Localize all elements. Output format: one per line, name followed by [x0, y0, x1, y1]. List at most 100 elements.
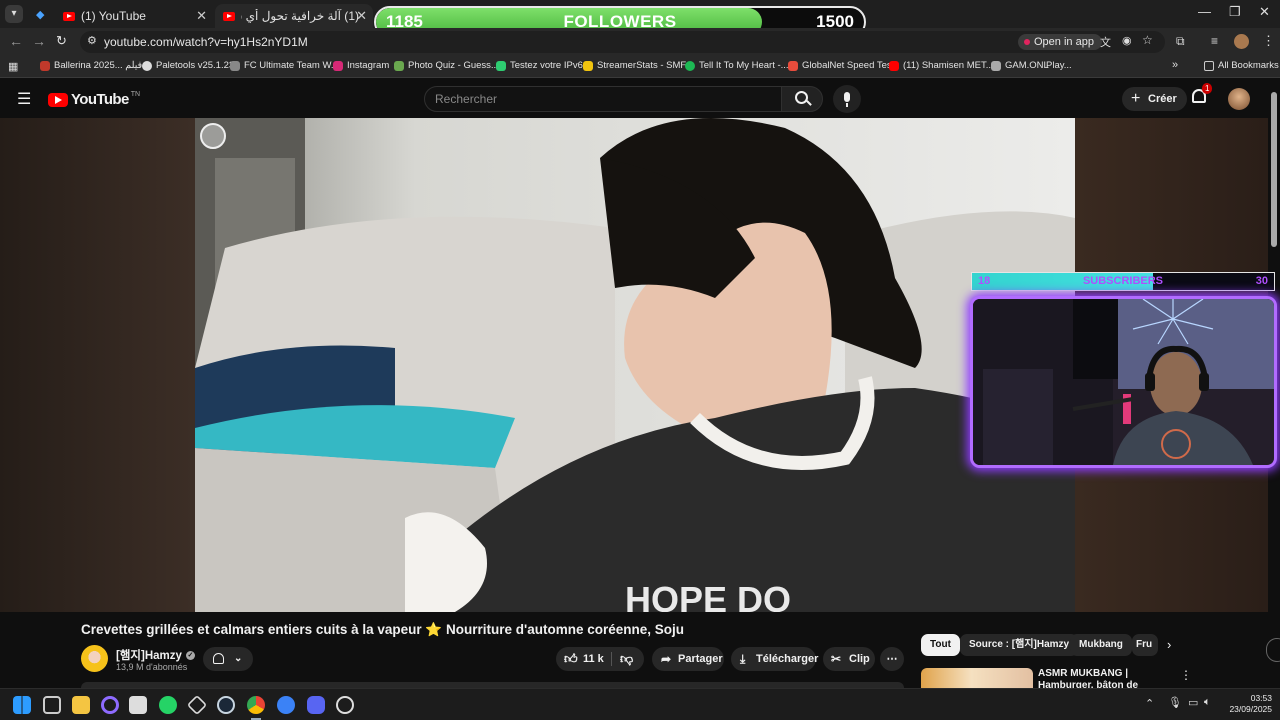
- youtube-play-icon: [48, 92, 68, 107]
- youtube-region-code: TN: [130, 91, 141, 98]
- windows-start-icon[interactable]: [13, 696, 31, 714]
- hamburger-menu-icon[interactable]: ☰: [17, 89, 31, 109]
- bookmark-favicon-icon: [788, 60, 798, 71]
- video-frame: HOPE DO: [195, 118, 1075, 612]
- bookmark-item[interactable]: Tell It To My Heart -...: [685, 60, 789, 71]
- volume-icon[interactable]: 🔈︎: [1204, 696, 1211, 709]
- webcam-feed: [973, 299, 1274, 465]
- account-avatar[interactable]: [1228, 88, 1250, 110]
- tab-search-button[interactable]: ▾: [5, 5, 23, 23]
- instagram-icon: [333, 60, 343, 71]
- reload-icon[interactable]: ↻: [56, 33, 67, 49]
- app-record-icon[interactable]: [336, 696, 354, 714]
- download-button[interactable]: ⤓ Télécharger: [731, 647, 818, 671]
- close-tab-icon[interactable]: ✕: [196, 8, 207, 24]
- clock-time: 03:53: [1250, 693, 1272, 703]
- bookmark-star-icon[interactable]: ☆: [1142, 33, 1153, 47]
- whatsapp-icon[interactable]: [159, 696, 177, 714]
- chips-next-icon[interactable]: ›: [1167, 637, 1171, 652]
- youtube-favicon-icon: [63, 11, 75, 21]
- tab-youtube[interactable]: (1) YouTube ✕: [55, 4, 213, 28]
- tab-video-active[interactable]: (1) آلة خرافية تحول أي شيء إلى ... ✕: [215, 4, 373, 28]
- notifications-button[interactable]: 1: [1192, 83, 1213, 103]
- close-tab-icon[interactable]: ✕: [356, 8, 367, 24]
- tab-title: (1) YouTube: [81, 9, 146, 23]
- create-button[interactable]: + Créer: [1122, 87, 1187, 111]
- share-button[interactable]: ➦ Partager: [652, 647, 724, 671]
- discord-icon[interactable]: [307, 696, 325, 714]
- page-scrollbar[interactable]: [1271, 92, 1277, 247]
- restore-icon[interactable]: ❐: [1229, 4, 1241, 20]
- search-button[interactable]: [781, 86, 823, 112]
- profile-avatar[interactable]: [1234, 34, 1249, 49]
- address-bar[interactable]: ⚙ youtube.com/watch?v=hy1Hs2nYD1M Open i…: [80, 31, 1165, 53]
- bookmarks-overflow-icon[interactable]: »: [1172, 59, 1178, 71]
- media-control-icon[interactable]: ≡: [1211, 34, 1218, 48]
- file-explorer-icon[interactable]: [72, 696, 90, 714]
- bookmark-item[interactable]: Play...: [1046, 60, 1072, 71]
- verified-icon: ✓: [185, 650, 195, 660]
- channel-name[interactable]: [햄지]Hamzy ✓: [116, 647, 195, 663]
- thumbs-down-icon: 👎︎: [620, 651, 634, 666]
- voice-search-button[interactable]: [833, 85, 861, 113]
- chip-all[interactable]: Tout: [921, 634, 960, 656]
- menu-kebab-icon[interactable]: ⋮: [1262, 33, 1275, 49]
- steam-icon[interactable]: [217, 696, 235, 714]
- search-input[interactable]: Rechercher: [424, 86, 782, 112]
- open-in-app-button[interactable]: Open in app: [1018, 34, 1102, 50]
- plus-icon: +: [1131, 90, 1141, 107]
- clip-button[interactable]: ✂ Clip: [823, 647, 875, 671]
- side-drawer-handle[interactable]: [1266, 638, 1280, 662]
- bookmark-item[interactable]: GAM.ONL: [991, 60, 1049, 71]
- chip-fruits[interactable]: Fru: [1132, 634, 1158, 656]
- channel-watermark-icon[interactable]: [200, 123, 226, 149]
- svg-text:HOPE DO: HOPE DO: [625, 579, 791, 612]
- ambient-left: [0, 118, 195, 612]
- app-circle-icon[interactable]: [101, 696, 119, 714]
- app-blue-icon[interactable]: [277, 696, 295, 714]
- task-view-icon[interactable]: [43, 696, 61, 714]
- microphone-icon[interactable]: 🎙︎: [1168, 696, 1182, 709]
- diamond-icon[interactable]: ◆: [36, 8, 44, 21]
- bookmark-item[interactable]: Instagram: [333, 60, 389, 71]
- bookmark-item[interactable]: Testez votre IPv6.: [496, 60, 586, 71]
- back-icon[interactable]: ←: [9, 33, 23, 49]
- recommendation-thumbnail[interactable]: [921, 668, 1033, 688]
- eye-off-icon[interactable]: ◉: [1122, 34, 1132, 47]
- spotify-icon: [685, 60, 695, 71]
- subscribe-bell-button[interactable]: ⌄: [203, 647, 253, 671]
- bookmark-item[interactable]: Photo Quiz - Guess...: [394, 60, 499, 71]
- apps-grid-icon[interactable]: ▦: [8, 60, 18, 73]
- youtube-logo[interactable]: YouTube TN: [48, 91, 140, 108]
- site-info-icon[interactable]: ⚙: [87, 34, 97, 47]
- bookmark-item[interactable]: Ballerina 2025... فيلم: [40, 60, 142, 71]
- bookmark-item[interactable]: Paletools v25.1.23: [142, 60, 234, 71]
- all-bookmarks-folder[interactable]: All Bookmarks: [1204, 60, 1279, 71]
- display-icon[interactable]: ▭: [1188, 696, 1198, 709]
- recommendation-menu-icon[interactable]: ⋮: [1180, 668, 1192, 682]
- close-window-icon[interactable]: ✕: [1259, 4, 1270, 20]
- app-cube-icon[interactable]: [186, 694, 208, 716]
- forward-icon[interactable]: →: [32, 33, 46, 49]
- bookmark-item[interactable]: FC Ultimate Team W...: [230, 60, 339, 71]
- chip-mukbang[interactable]: Mukbang: [1070, 634, 1132, 656]
- channel-avatar[interactable]: [81, 645, 108, 672]
- bookmark-item[interactable]: StreamerStats - SMF...: [583, 60, 693, 71]
- minimize-icon[interactable]: —: [1198, 4, 1211, 19]
- bookmark-item[interactable]: GlobalNet Speed Test: [788, 60, 894, 71]
- more-actions-button[interactable]: ⋯: [880, 647, 904, 671]
- chrome-icon[interactable]: [247, 696, 265, 714]
- bookmark-item[interactable]: (11) Shamisen MET...: [889, 60, 994, 71]
- translate-icon[interactable]: 文: [1100, 34, 1111, 50]
- video-player[interactable]: HOPE DO: [195, 118, 1075, 612]
- notification-badge: 1: [1202, 83, 1213, 94]
- microphone-icon: [844, 92, 850, 102]
- show-hidden-icons[interactable]: ⌃: [1145, 697, 1154, 710]
- bookmark-favicon-icon: [40, 60, 50, 71]
- extensions-icon[interactable]: ⧉: [1176, 34, 1185, 49]
- app-icon[interactable]: [129, 696, 147, 714]
- recommendation-title[interactable]: ASMR MUKBANG | Hamburger, bâton de froma…: [1038, 668, 1178, 688]
- clock-date: 23/09/2025: [1229, 704, 1272, 714]
- clock[interactable]: 03:53 23/09/2025: [1220, 693, 1272, 715]
- chip-source[interactable]: Source : [햄지]Hamzy: [960, 634, 1079, 656]
